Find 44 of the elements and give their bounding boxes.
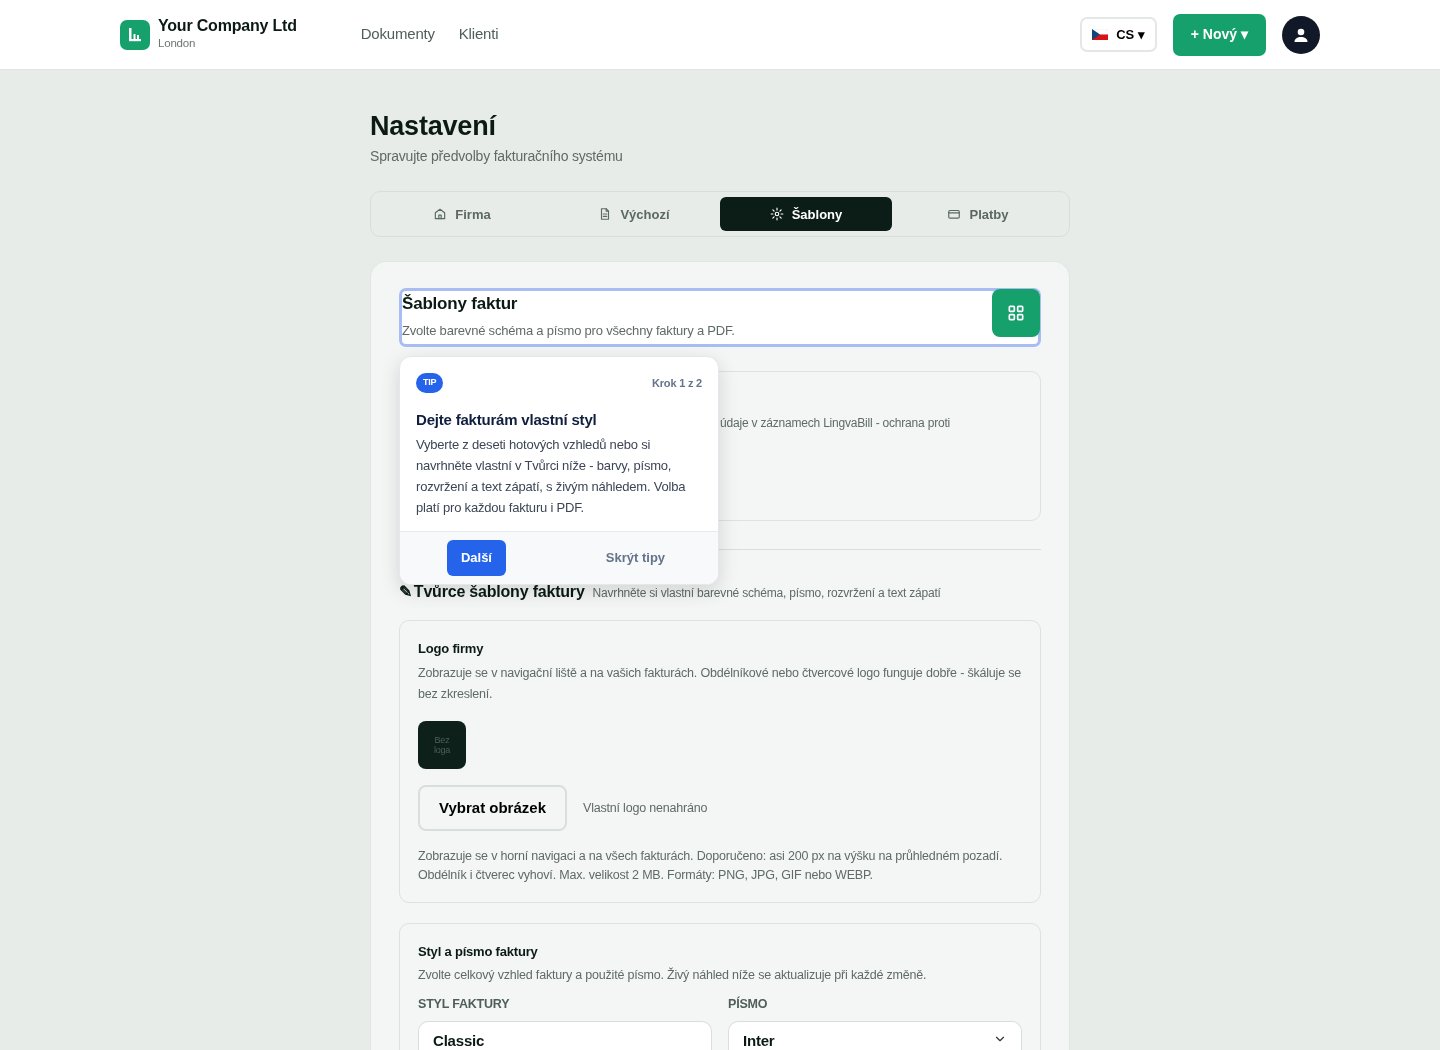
- tab[interactable]: Platby: [892, 197, 1064, 232]
- tab[interactable]: Šablony: [720, 197, 892, 232]
- tip-text: Vyberte z deseti hotových vzhledů nebo si navrhněte vlastní v Tvůrci níže - barvy, písmo, rozvržení a text zápatí, s živým náhledem. Volba platí pro každou fakturu i PDF.: [415, 436, 687, 517]
- avatar[interactable]: [1282, 15, 1320, 54]
- tip-title: Dejte fakturám vlastní styl: [415, 409, 598, 430]
- section-description: Zvolte barevné schéma a písmo pro všechny faktury a PDF.: [402, 321, 736, 340]
- user-icon: [1293, 26, 1309, 43]
- tip-badge: TIP: [416, 373, 444, 393]
- help-text: Zobrazuje se v horní navigaci a na všech fakturách. Doporučeno: asi 200 px na výšku na průhledném pozadí. Obdélník i čtverec vyhoví. Max. velikost 2 MB. Formáty: PNG, JPG, GIF nebo WEBP.: [418, 848, 1004, 885]
- language-button[interactable]: CS ▾: [1080, 17, 1157, 52]
- upload-status: Vlastní logo nenahráno: [583, 799, 708, 817]
- page-subtitle: Spravujte předvolby fakturačního systému: [370, 147, 624, 167]
- settings-icon: [769, 207, 784, 222]
- company-name: Your Company Ltd: [158, 17, 297, 35]
- tab[interactable]: Výchozí: [548, 197, 720, 232]
- grid-button[interactable]: [992, 289, 1040, 338]
- field-label: STYL FAKTURY: [418, 995, 511, 1013]
- card-title: Styl a písmo faktury: [418, 942, 539, 961]
- card-description: Zvolte celkový vzhled faktury a použité písmo. Živý náhled níže se aktualizuje při každé změně.: [418, 966, 928, 985]
- home-icon: [433, 207, 448, 222]
- font-select[interactable]: Inter: [728, 1021, 1022, 1050]
- builder-description: Navrhněte si vlastní barevné schéma, písmo, rozvržení a text zápatí: [592, 585, 941, 603]
- next-button[interactable]: Další: [446, 539, 506, 576]
- page-title: Nastavení: [370, 110, 498, 143]
- style-option[interactable]: Classic: [418, 1021, 712, 1050]
- company-location: London: [158, 35, 197, 51]
- hide-tips-button[interactable]: Skrýt tipy: [599, 546, 672, 569]
- choose-image-button[interactable]: Vybrat obrázek: [418, 785, 567, 832]
- tab[interactable]: Firma: [376, 197, 548, 232]
- logo-icon: [120, 19, 150, 50]
- card-description: Zobrazuje se v navigační liště a na vašich fakturách. Obdélníkové nebo čtvercové logo funguje dobře - škáluje se bez zkreslení.: [418, 664, 1022, 704]
- builder-title: Tvůrce šablony faktury: [413, 582, 585, 603]
- pencil-icon: ✎: [399, 580, 412, 605]
- card-title: Logo firmy: [418, 640, 485, 659]
- nav-link[interactable]: Klienti: [458, 23, 499, 46]
- flag-icon: [1092, 29, 1109, 40]
- section-title: Šablony faktur: [402, 293, 519, 316]
- field-label: PÍSMO: [728, 995, 769, 1013]
- info-text: údaje v záznamech LingvaBill - ochrana proti: [720, 415, 951, 433]
- placeholder-text: Bez loga: [432, 734, 452, 757]
- nav-link[interactable]: Dokumenty: [360, 23, 435, 46]
- credit-card-icon: [947, 207, 962, 222]
- step-counter: Krok 1 z 2: [652, 375, 702, 391]
- grid-icon: [1006, 303, 1026, 324]
